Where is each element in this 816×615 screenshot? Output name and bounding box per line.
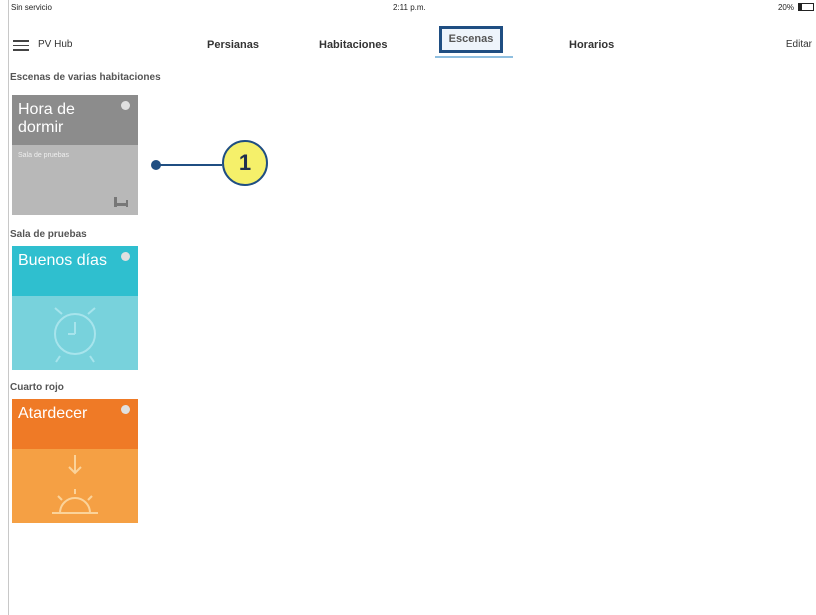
active-tab-indicator	[435, 56, 513, 58]
bed-icon	[114, 197, 128, 207]
scene-room: Sala de pruebas	[18, 152, 69, 159]
gear-icon[interactable]	[121, 101, 130, 110]
section-label-multi-room: Escenas de varias habitaciones	[10, 72, 161, 83]
gear-icon[interactable]	[121, 405, 130, 414]
top-nav: PV Hub Persianas Habitaciones Escenas Ho…	[9, 26, 816, 62]
tab-escenas[interactable]: Escenas	[439, 26, 503, 53]
scene-card-header: Hora de dormir	[12, 95, 138, 145]
edit-button[interactable]: Editar	[786, 39, 812, 50]
battery-percent: 20%	[777, 3, 794, 12]
gear-icon[interactable]	[121, 252, 130, 261]
scene-card-atardecer[interactable]: Atardecer	[12, 399, 138, 523]
scene-card-body	[12, 449, 138, 523]
battery-icon	[798, 3, 814, 11]
left-border	[8, 0, 9, 615]
scene-card-body	[12, 296, 138, 370]
section-label-cuarto-rojo: Cuarto rojo	[10, 382, 64, 393]
scene-card-header: Atardecer	[12, 399, 138, 449]
tab-persianas[interactable]: Persianas	[207, 39, 259, 51]
scene-card-header: Buenos días	[12, 246, 138, 296]
scene-name: Buenos días	[18, 252, 107, 269]
callout-number-badge: 1	[222, 140, 268, 186]
status-bar: Sin servicio 2:11 p.m. 20%	[9, 0, 816, 14]
clock: 2:11 p.m.	[393, 3, 426, 12]
carrier-label: Sin servicio	[11, 3, 52, 12]
app-title: PV Hub	[38, 39, 73, 50]
section-label-sala-de-pruebas: Sala de pruebas	[10, 229, 87, 240]
sunset-icon	[52, 455, 98, 514]
scene-name: Hora de dormir	[18, 101, 75, 136]
scene-card-body: Sala de pruebas	[12, 145, 138, 215]
alarm-clock-icon	[54, 307, 96, 363]
scene-card-hora-de-dormir[interactable]: Hora de dormir Sala de pruebas	[12, 95, 138, 215]
scene-name: Atardecer	[18, 405, 88, 422]
tab-horarios[interactable]: Horarios	[569, 39, 614, 51]
tab-habitaciones[interactable]: Habitaciones	[319, 39, 387, 51]
scene-card-buenos-dias[interactable]: Buenos días	[12, 246, 138, 370]
callout-line	[158, 164, 222, 166]
menu-icon[interactable]	[13, 40, 29, 51]
